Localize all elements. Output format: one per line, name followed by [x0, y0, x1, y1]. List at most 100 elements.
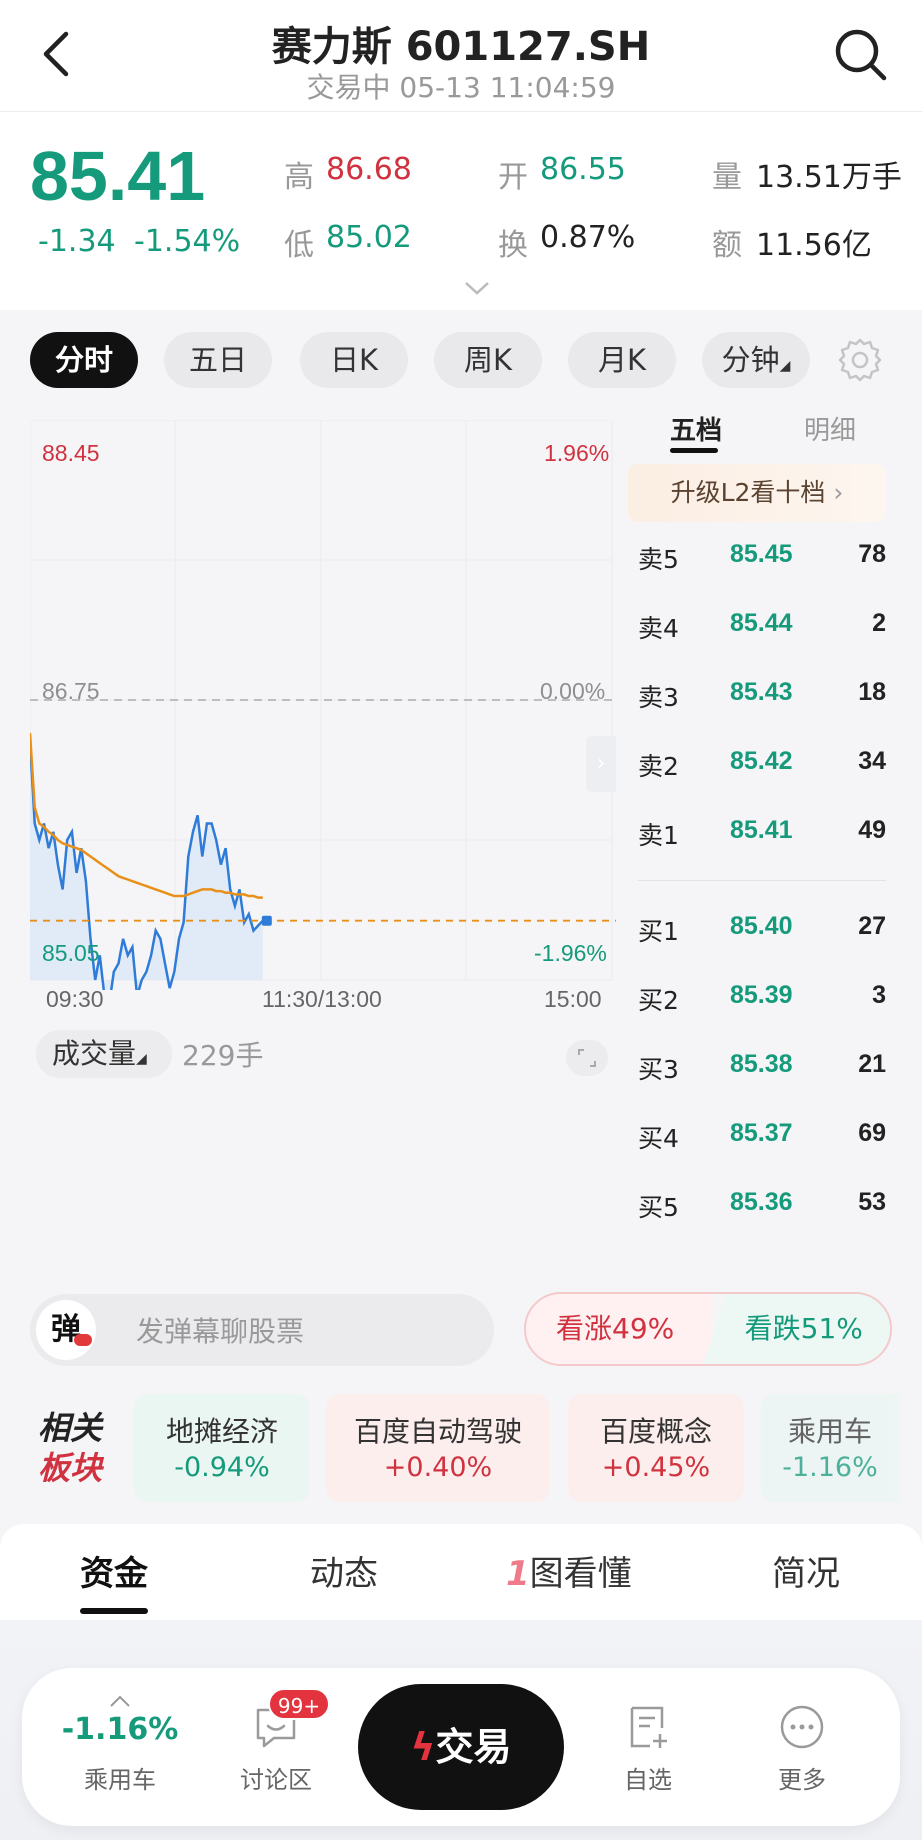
chevron-right-icon: ›: [833, 478, 844, 507]
gear-icon: [838, 338, 882, 382]
bid-row[interactable]: 买5 85.36 53: [638, 1188, 886, 1228]
danmaku-toggle-icon[interactable]: [74, 1334, 92, 1346]
bid-price: 85.39: [730, 981, 793, 1009]
tab-monthly-k[interactable]: 月K: [568, 332, 676, 388]
vote-bearish-button[interactable]: 看跌51%: [702, 1294, 890, 1364]
tab-chart-explain[interactable]: 1图看懂: [506, 1546, 632, 1595]
high-label: 高: [284, 160, 314, 195]
last-price-marker: [261, 915, 272, 926]
trade-label: 交易: [435, 1725, 512, 1769]
dock-more-label: 更多: [778, 1766, 826, 1794]
ask-level-label: 卖4: [638, 614, 679, 643]
ask-level-label: 卖2: [638, 752, 679, 781]
danmaku-placeholder: 发弹幕聊股票: [136, 1315, 305, 1348]
x-tick-midday: 11:30/13:00: [262, 986, 382, 1012]
tab-chart-explain-label: 图看懂: [529, 1554, 632, 1594]
y-mid-label: 86.75: [42, 678, 100, 704]
tab-trade-detail[interactable]: 明细: [804, 410, 856, 447]
bid-price: 85.36: [730, 1188, 793, 1216]
pct-mid-label: 0.00%: [540, 678, 606, 704]
bid-row[interactable]: 买2 85.39 3: [638, 981, 886, 1021]
ask-volume: 78: [858, 540, 886, 568]
chart-side-expand-icon[interactable]: ›: [586, 736, 616, 792]
bid-row[interactable]: 买3 85.38 21: [638, 1050, 886, 1090]
bid-volume: 21: [858, 1050, 886, 1078]
bid-volume: 69: [858, 1119, 886, 1147]
tab-minute-label: 分钟: [721, 343, 780, 377]
ask-price: 85.42: [730, 747, 793, 775]
dock-sector-button[interactable]: -1.16% 乘用车: [60, 1676, 180, 1816]
search-button[interactable]: [832, 26, 888, 82]
sentiment-vote: 看涨49% 看跌51%: [524, 1292, 892, 1366]
bid-volume: 27: [858, 912, 886, 940]
intraday-chart[interactable]: 88.45 1.96% 86.75 0.00% 85.05 -1.96% 09:…: [30, 420, 616, 1012]
upgrade-l2-banner[interactable]: 升级L2看十档 ›: [628, 464, 886, 522]
x-tick-close: 15:00: [544, 986, 602, 1012]
volume-indicator-tab[interactable]: 成交量◢: [36, 1030, 172, 1078]
tab-order-book-five[interactable]: 五档: [670, 410, 722, 447]
danmaku-icon: 弹: [36, 1300, 96, 1360]
ask-row[interactable]: 卖5 85.45 78: [638, 540, 886, 580]
ask-row[interactable]: 卖1 85.41 49: [638, 816, 886, 856]
low-label: 低: [284, 228, 314, 263]
price-change: -1.34: [38, 224, 116, 259]
dock-sector-name: 乘用车: [84, 1766, 156, 1794]
bid-row[interactable]: 买1 85.40 27: [638, 912, 886, 952]
tab-intraday[interactable]: 分时: [30, 332, 138, 388]
sector-name: 百度自动驾驶: [353, 1415, 522, 1448]
trade-button[interactable]: ϟ交易: [358, 1684, 564, 1810]
volume-indicator-label: 成交量: [52, 1037, 137, 1070]
ask-row[interactable]: 卖4 85.44 2: [638, 609, 886, 649]
related-sectors-label: 相关 板块: [38, 1408, 102, 1488]
ask-volume: 18: [858, 678, 886, 706]
x-tick-open: 09:30: [46, 986, 104, 1012]
quote-panel: 85.41 -1.34 -1.54% 高 86.68 低 85.02 开 86.…: [0, 112, 922, 310]
fullscreen-button[interactable]: [566, 1040, 608, 1076]
related-label-line2: 板块: [38, 1449, 103, 1487]
pct-top-label: 1.96%: [544, 440, 610, 466]
bid-level-label: 买1: [638, 917, 679, 946]
order-book-divider: [638, 880, 886, 881]
tab-fund[interactable]: 资金: [80, 1546, 148, 1595]
bid-level-label: 买2: [638, 986, 679, 1015]
stock-title: 赛力斯 601127.SH: [271, 24, 651, 70]
y-bottom-label: 85.05: [42, 940, 100, 966]
ask-level-label: 卖1: [638, 821, 679, 850]
sector-card[interactable]: 乘用车 -1.16%: [760, 1394, 900, 1502]
bid-level-label: 买3: [638, 1055, 679, 1084]
turnover-label: 换: [498, 228, 528, 263]
tab-minute[interactable]: 分钟◢: [702, 332, 810, 388]
bid-row[interactable]: 买4 85.37 69: [638, 1119, 886, 1159]
tab-weekly-k[interactable]: 周K: [434, 332, 542, 388]
amount-label: 额: [712, 228, 742, 263]
chart-settings-button[interactable]: [836, 336, 884, 384]
volume-value: 13.51万手: [756, 160, 902, 195]
vote-bullish-button[interactable]: 看涨49%: [526, 1294, 712, 1364]
bottom-section-tabs: 资金 动态 1图看懂 简况: [0, 1524, 922, 1620]
bid-price: 85.37: [730, 1119, 793, 1147]
ask-price: 85.45: [730, 540, 793, 568]
last-price: 85.41: [30, 137, 206, 215]
dock-more-button[interactable]: 更多: [742, 1676, 862, 1816]
danmaku-input[interactable]: 弹 发弹幕聊股票: [30, 1294, 494, 1366]
active-tab-underline: [80, 1608, 148, 1614]
intraday-chart-svg: [30, 420, 616, 990]
sector-card[interactable]: 百度自动驾驶 +0.40%: [326, 1394, 550, 1502]
sector-card[interactable]: 百度概念 +0.45%: [568, 1394, 744, 1502]
ask-row[interactable]: 卖2 85.42 34: [638, 747, 886, 787]
tab-five-day[interactable]: 五日: [164, 332, 272, 388]
sector-change: +0.45%: [601, 1452, 711, 1483]
chevron-down-icon[interactable]: [464, 280, 490, 296]
ask-row[interactable]: 卖3 85.43 18: [638, 678, 886, 718]
dock-watchlist-button[interactable]: 自选: [588, 1676, 708, 1816]
sector-card[interactable]: 地摊经济 -0.94%: [134, 1394, 310, 1502]
amount-value: 11.56亿: [756, 228, 872, 263]
top-header: 赛力斯 601127.SH 交易中 05-13 11:04:59: [0, 0, 922, 112]
tab-daily-k[interactable]: 日K: [300, 332, 408, 388]
expand-icon: [578, 1049, 596, 1067]
bid-volume: 53: [858, 1188, 886, 1216]
tab-overview[interactable]: 简况: [772, 1546, 840, 1595]
bid-price: 85.38: [730, 1050, 793, 1078]
tab-news[interactable]: 动态: [310, 1546, 378, 1595]
sector-change: -0.94%: [174, 1452, 270, 1483]
